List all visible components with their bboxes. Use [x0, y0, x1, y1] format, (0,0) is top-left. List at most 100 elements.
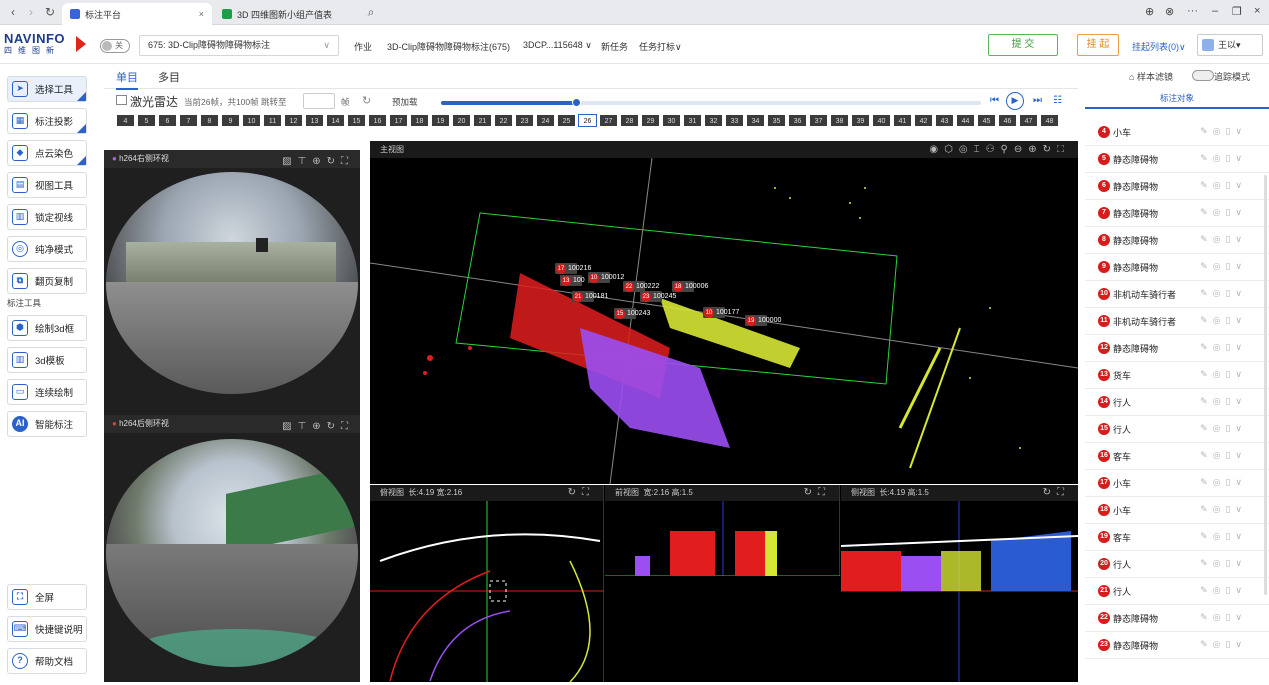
track-tag[interactable]: 13 100: [560, 275, 585, 286]
camera-tools-icon[interactable]: ▨⊤⊕↻⛶: [282, 153, 354, 171]
object-list-item[interactable]: 8 静态障碍物 ✎◎▯∨: [1085, 227, 1269, 254]
object-list-item[interactable]: 18 小车 ✎◎▯∨: [1085, 497, 1269, 524]
frame-cell[interactable]: 28: [620, 114, 639, 127]
side-view-tools-icon[interactable]: ↻⛶: [1043, 485, 1070, 501]
object-actions-icon[interactable]: ✎◎▯∨: [1200, 531, 1247, 542]
back-icon[interactable]: ‹: [6, 5, 20, 19]
forward-icon[interactable]: ›: [24, 5, 38, 19]
track-mode-toggle[interactable]: [1192, 70, 1214, 81]
frame-cell[interactable]: 47: [1019, 114, 1038, 127]
frame-cell[interactable]: 14: [326, 114, 345, 127]
object-list-item[interactable]: 7 静态障碍物 ✎◎▯∨: [1085, 200, 1269, 227]
sample-filter[interactable]: ⌂ 样本滤镜: [1129, 70, 1173, 83]
frame-cell[interactable]: 41: [893, 114, 912, 127]
object-actions-icon[interactable]: ✎◎▯∨: [1200, 558, 1247, 569]
front-view[interactable]: 前视图 宽:2.16 高:1.5 ↻⛶: [605, 485, 840, 682]
object-actions-icon[interactable]: ✎◎▯∨: [1200, 396, 1247, 407]
user-menu[interactable]: 王以▾: [1197, 34, 1263, 56]
tool-projection[interactable]: ▦ 标注投影: [7, 108, 87, 134]
frame-cell[interactable]: 46: [998, 114, 1017, 127]
frame-cell[interactable]: 18: [410, 114, 429, 127]
object-list-scrollbar[interactable]: [1264, 175, 1267, 595]
task-select[interactable]: 675: 3D-Clip障碍物障碍物标注 ∨: [139, 35, 339, 56]
search-tabs-icon[interactable]: ⌕: [364, 5, 378, 19]
tool-shortcuts[interactable]: ⌨ 快捷键说明: [7, 616, 87, 642]
track-tag[interactable]: 15 100243: [614, 308, 650, 319]
restore-icon[interactable]: ❐: [1232, 5, 1242, 18]
frame-cell[interactable]: 5: [137, 114, 156, 127]
object-list-item[interactable]: 15 行人 ✎◎▯∨: [1085, 416, 1269, 443]
front-view-tools-icon[interactable]: ↻⛶: [804, 485, 831, 501]
frame-cell[interactable]: 45: [977, 114, 996, 127]
frame-cell[interactable]: 7: [179, 114, 198, 127]
frame-cell[interactable]: 20: [452, 114, 471, 127]
frame-cell[interactable]: 25: [557, 114, 576, 127]
object-list-item[interactable]: 22 静态障碍物 ✎◎▯∨: [1085, 605, 1269, 632]
submit-button[interactable]: 提 交: [988, 34, 1058, 56]
top-view-tools-icon[interactable]: ↻⛶: [568, 485, 595, 501]
track-tag[interactable]: 18 100006: [672, 281, 708, 292]
camera-rear-image[interactable]: [106, 439, 358, 667]
object-list-item[interactable]: 13 货车 ✎◎▯∨: [1085, 362, 1269, 389]
main-3d-view[interactable]: 主视图 ◉⬡◎⌶⚇⚲⊖⊕↻⛶ 17 100216 13 100 10 100012 22 10…: [370, 141, 1078, 484]
object-actions-icon[interactable]: ✎◎▯∨: [1200, 261, 1247, 272]
object-actions-icon[interactable]: ✎◎▯∨: [1200, 315, 1247, 326]
globe-icon[interactable]: ⊗: [1165, 5, 1174, 18]
object-list-item[interactable]: 16 客车 ✎◎▯∨: [1085, 443, 1269, 470]
progress-handle[interactable]: [572, 98, 581, 107]
browser-tab[interactable]: 3D 四维图新小组产值表: [214, 3, 354, 25]
object-actions-icon[interactable]: ✎◎▯∨: [1200, 126, 1247, 137]
frame-cell[interactable]: 21: [473, 114, 492, 127]
object-actions-icon[interactable]: ✎◎▯∨: [1200, 504, 1247, 515]
tool-continuous-draw[interactable]: ▭ 连续绘制: [7, 379, 87, 405]
frame-cell[interactable]: 26: [578, 114, 597, 127]
object-actions-icon[interactable]: ✎◎▯∨: [1200, 612, 1247, 623]
object-list-item[interactable]: 6 静态障碍物 ✎◎▯∨: [1085, 173, 1269, 200]
camera-tools-icon[interactable]: ▨⊤⊕↻⛶: [282, 418, 354, 436]
object-actions-icon[interactable]: ✎◎▯∨: [1200, 288, 1247, 299]
frame-cell[interactable]: 34: [746, 114, 765, 127]
object-actions-icon[interactable]: ✎◎▯∨: [1200, 207, 1247, 218]
object-list-item[interactable]: 5 静态障碍物 ✎◎▯∨: [1085, 146, 1269, 173]
track-tag[interactable]: 19 100000: [745, 315, 781, 326]
play-icon[interactable]: ▶: [1006, 92, 1024, 110]
more-icon[interactable]: ···: [1187, 5, 1198, 17]
frame-cell[interactable]: 12: [284, 114, 303, 127]
track-tag[interactable]: 10 100177: [703, 307, 739, 318]
frame-cell[interactable]: 17: [389, 114, 408, 127]
main-view-tools-icon[interactable]: ◉⬡◎⌶⚇⚲⊖⊕↻⛶: [929, 141, 1070, 158]
frame-cell[interactable]: 27: [599, 114, 618, 127]
frame-cell[interactable]: 44: [956, 114, 975, 127]
camera-right-image[interactable]: [106, 172, 358, 394]
frame-cell[interactable]: 33: [725, 114, 744, 127]
tab-multi[interactable]: 多目: [158, 69, 180, 85]
object-list-item[interactable]: 14 行人 ✎◎▯∨: [1085, 389, 1269, 416]
object-actions-icon[interactable]: ✎◎▯∨: [1200, 153, 1247, 164]
tab-single[interactable]: 单目: [116, 69, 138, 90]
object-actions-icon[interactable]: ✎◎▯∨: [1200, 234, 1247, 245]
object-actions-icon[interactable]: ✎◎▯∨: [1200, 477, 1247, 488]
frame-cell[interactable]: 15: [347, 114, 366, 127]
frame-cell[interactable]: 39: [851, 114, 870, 127]
hang-button[interactable]: 挂 起: [1077, 34, 1119, 56]
jump-frame-input[interactable]: [303, 93, 335, 109]
frame-cell[interactable]: 10: [242, 114, 261, 127]
object-actions-icon[interactable]: ✎◎▯∨: [1200, 423, 1247, 434]
tool-fullscreen[interactable]: ⛶ 全屏: [7, 584, 87, 610]
side-view[interactable]: 侧视图 长:4.19 高:1.5 ↻⛶: [840, 485, 1079, 682]
object-list-item[interactable]: 21 行人 ✎◎▯∨: [1085, 578, 1269, 605]
download-icon[interactable]: ⊕: [1145, 5, 1154, 18]
frame-cell[interactable]: 31: [683, 114, 702, 127]
frame-cell[interactable]: 19: [431, 114, 450, 127]
tool-pointcloud-color[interactable]: ◆ 点云染色: [7, 140, 87, 166]
front-view-canvas[interactable]: [605, 501, 840, 682]
frame-cell[interactable]: 42: [914, 114, 933, 127]
hang-list-link[interactable]: 挂起列表(0)∨: [1132, 40, 1186, 53]
track-tag[interactable]: 17 100216: [555, 263, 591, 274]
object-actions-icon[interactable]: ✎◎▯∨: [1200, 639, 1247, 650]
frame-cell[interactable]: 35: [767, 114, 786, 127]
object-actions-icon[interactable]: ✎◎▯∨: [1200, 342, 1247, 353]
object-actions-icon[interactable]: ✎◎▯∨: [1200, 585, 1247, 596]
object-actions-icon[interactable]: ✎◎▯∨: [1200, 180, 1247, 191]
tool-page-copy[interactable]: ⧉ 翻页复制: [7, 268, 87, 294]
